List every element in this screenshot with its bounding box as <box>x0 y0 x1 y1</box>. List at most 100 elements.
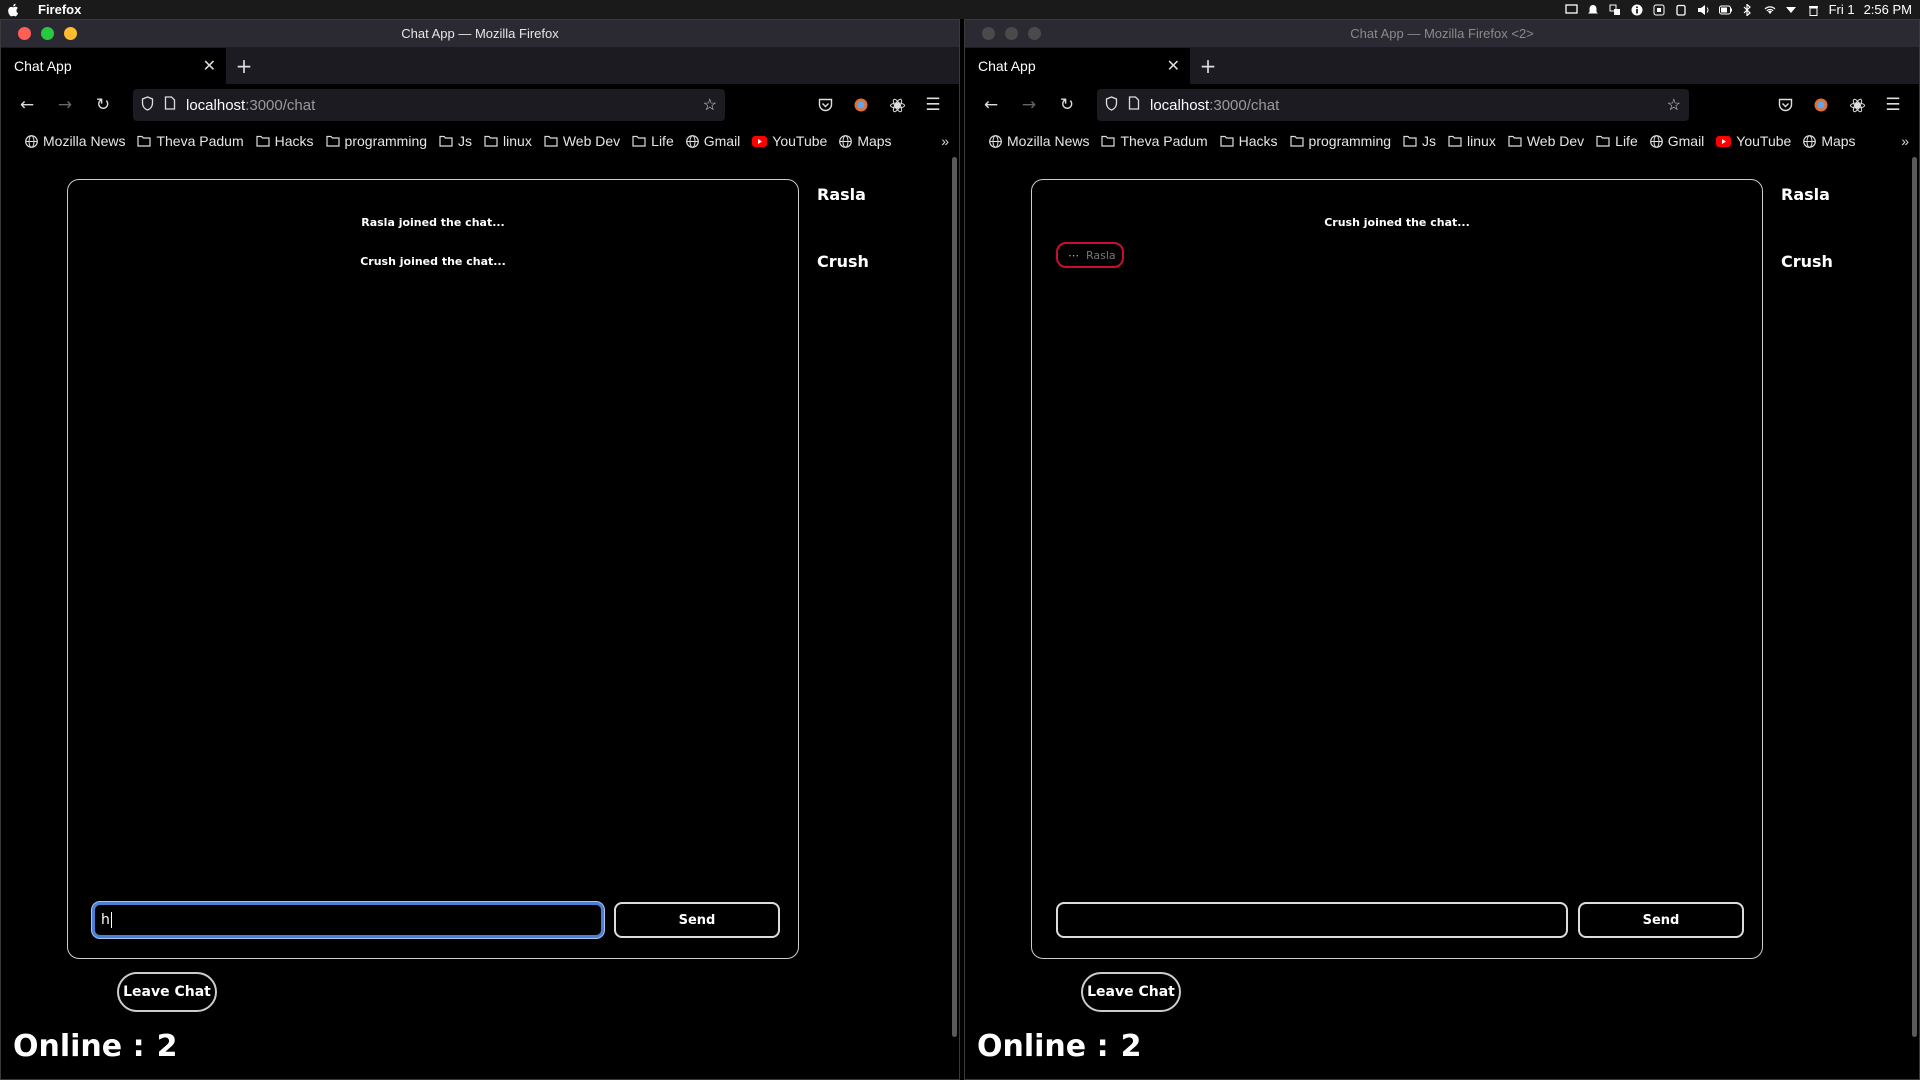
new-tab-button[interactable]: + <box>1190 48 1226 84</box>
bookmark-folder-linux[interactable]: linux <box>1448 133 1496 149</box>
bookmark-folder-web-dev[interactable]: Web Dev <box>544 133 620 149</box>
folder-icon <box>137 135 152 147</box>
user-list-item: Crush <box>817 252 869 271</box>
leave-chat-button[interactable]: Leave Chat <box>117 972 217 1012</box>
close-window-button[interactable] <box>982 27 995 40</box>
pocket-icon[interactable] <box>1769 89 1801 121</box>
page-icon[interactable] <box>164 96 176 114</box>
tab-chat-app[interactable]: Chat App ✕ <box>1 48 226 84</box>
url-bar[interactable]: localhost:3000/chat ☆ <box>1097 89 1689 121</box>
close-tab-icon[interactable]: ✕ <box>1167 56 1180 76</box>
chat-box: Crush joined the chat... ⋯ Rasla Send <box>1031 179 1763 959</box>
bookmark-folder-life[interactable]: Life <box>1596 133 1638 149</box>
extension-icon[interactable] <box>1841 89 1873 121</box>
menubar-time[interactable]: 2:56 PM <box>1864 2 1912 17</box>
profile-avatar-icon[interactable] <box>845 89 877 121</box>
bookmark-folder-web-dev[interactable]: Web Dev <box>1508 133 1584 149</box>
tab-title: Chat App <box>14 58 72 74</box>
new-tab-button[interactable]: + <box>226 48 262 84</box>
reload-icon[interactable]: ↻ <box>87 89 119 121</box>
bookmark-folder-hacks[interactable]: Hacks <box>1220 133 1278 149</box>
clipboard-icon[interactable] <box>1675 3 1688 16</box>
bookmark-gmail[interactable]: Gmail <box>1649 133 1704 149</box>
pocket-icon[interactable] <box>809 89 841 121</box>
trash-icon[interactable] <box>1807 3 1820 16</box>
page-scrollbar[interactable] <box>1912 157 1917 1037</box>
system-message: Crush joined the chat... <box>360 255 506 268</box>
message-input[interactable]: h <box>92 902 604 938</box>
bookmark-folder-js[interactable]: Js <box>1403 133 1436 149</box>
info-icon[interactable] <box>1631 3 1644 16</box>
text-cursor <box>110 912 112 928</box>
screen-record-icon[interactable] <box>1653 3 1666 16</box>
bookmark-folder-js[interactable]: Js <box>439 133 472 149</box>
hamburger-menu-icon[interactable]: ☰ <box>917 89 949 121</box>
chat-box: Rasla joined the chat... Crush joined th… <box>67 179 799 959</box>
apple-icon[interactable] <box>6 3 20 17</box>
shield-icon[interactable] <box>1105 95 1118 115</box>
bookmark-youtube[interactable]: YouTube <box>1716 133 1791 149</box>
minimize-window-button[interactable] <box>64 27 77 40</box>
page-icon[interactable] <box>1128 96 1140 114</box>
bookmark-folder-programming[interactable]: programming <box>1289 133 1391 149</box>
volume-icon[interactable] <box>1697 3 1710 16</box>
wifi-icon[interactable] <box>1763 3 1776 16</box>
bookmark-star-icon[interactable]: ☆ <box>703 95 717 115</box>
typing-dots-icon: ⋯ <box>1068 248 1080 262</box>
extension-icon[interactable] <box>881 89 913 121</box>
minimize-window-button[interactable] <box>1028 27 1041 40</box>
leave-chat-button[interactable]: Leave Chat <box>1081 972 1181 1012</box>
reload-icon[interactable]: ↻ <box>1051 89 1083 121</box>
url-bar[interactable]: localhost:3000/chat ☆ <box>133 89 725 121</box>
window-titlebar[interactable]: Chat App — Mozilla Firefox <2> <box>965 20 1919 47</box>
bookmark-folder-life[interactable]: Life <box>632 133 674 149</box>
folder-icon <box>1220 135 1234 147</box>
send-button[interactable]: Send <box>1578 902 1744 938</box>
shield-icon[interactable] <box>141 95 154 115</box>
bookmark-folder-theva-padum[interactable]: Theva Padum <box>1101 133 1208 149</box>
windows-icon[interactable] <box>1609 3 1622 16</box>
forward-arrow-icon[interactable]: → <box>49 89 81 121</box>
display-icon[interactable] <box>1564 3 1578 16</box>
more-bookmarks-chevron-icon[interactable]: » <box>941 133 949 149</box>
app-name[interactable]: Firefox <box>38 2 81 17</box>
bookmark-maps[interactable]: Maps <box>1803 133 1856 149</box>
maximize-window-button[interactable] <box>1005 27 1018 40</box>
bell-icon[interactable] <box>1587 3 1600 16</box>
tab-chat-app[interactable]: Chat App ✕ <box>965 48 1190 84</box>
bookmark-folder-hacks[interactable]: Hacks <box>256 133 314 149</box>
hamburger-menu-icon[interactable]: ☰ <box>1877 89 1909 121</box>
send-button[interactable]: Send <box>614 902 780 938</box>
back-arrow-icon[interactable]: ← <box>11 89 43 121</box>
online-count-value: 2 <box>1120 1029 1142 1064</box>
battery-icon[interactable] <box>1718 3 1732 16</box>
message-input-value: h <box>101 912 110 928</box>
bookmark-mozilla-news[interactable]: Mozilla News <box>989 133 1089 149</box>
close-tab-icon[interactable]: ✕ <box>203 56 216 76</box>
more-bookmarks-chevron-icon[interactable]: » <box>1901 133 1909 149</box>
online-count: Online : 2 <box>977 1029 1141 1064</box>
bookmark-youtube[interactable]: YouTube <box>752 133 827 149</box>
back-arrow-icon[interactable]: ← <box>975 89 1007 121</box>
bookmark-gmail[interactable]: Gmail <box>685 133 740 149</box>
page-scrollbar[interactable] <box>952 157 957 1037</box>
profile-avatar-icon[interactable] <box>1805 89 1837 121</box>
bookmark-mozilla-news[interactable]: Mozilla News <box>25 133 125 149</box>
dropdown-triangle-icon[interactable] <box>1785 3 1798 16</box>
bookmark-star-icon[interactable]: ☆ <box>1667 95 1681 115</box>
bookmark-folder-linux[interactable]: linux <box>484 133 532 149</box>
forward-arrow-icon[interactable]: → <box>1013 89 1045 121</box>
online-label: Online : <box>977 1029 1109 1064</box>
maximize-window-button[interactable] <box>41 27 54 40</box>
window-titlebar[interactable]: Chat App — Mozilla Firefox <box>1 20 959 47</box>
bluetooth-icon[interactable] <box>1741 3 1754 16</box>
bookmark-maps[interactable]: Maps <box>839 133 892 149</box>
folder-icon <box>439 135 453 147</box>
bookmark-folder-theva-padum[interactable]: Theva Padum <box>137 133 244 149</box>
close-window-button[interactable] <box>18 27 31 40</box>
window-title: Chat App — Mozilla Firefox <box>401 26 559 41</box>
menubar-date[interactable]: Fri 1 <box>1829 2 1855 17</box>
bookmark-folder-programming[interactable]: programming <box>325 133 427 149</box>
message-input[interactable] <box>1056 902 1568 938</box>
bookmarks-toolbar: Mozilla News Theva Padum Hacks programmi… <box>965 126 1919 156</box>
